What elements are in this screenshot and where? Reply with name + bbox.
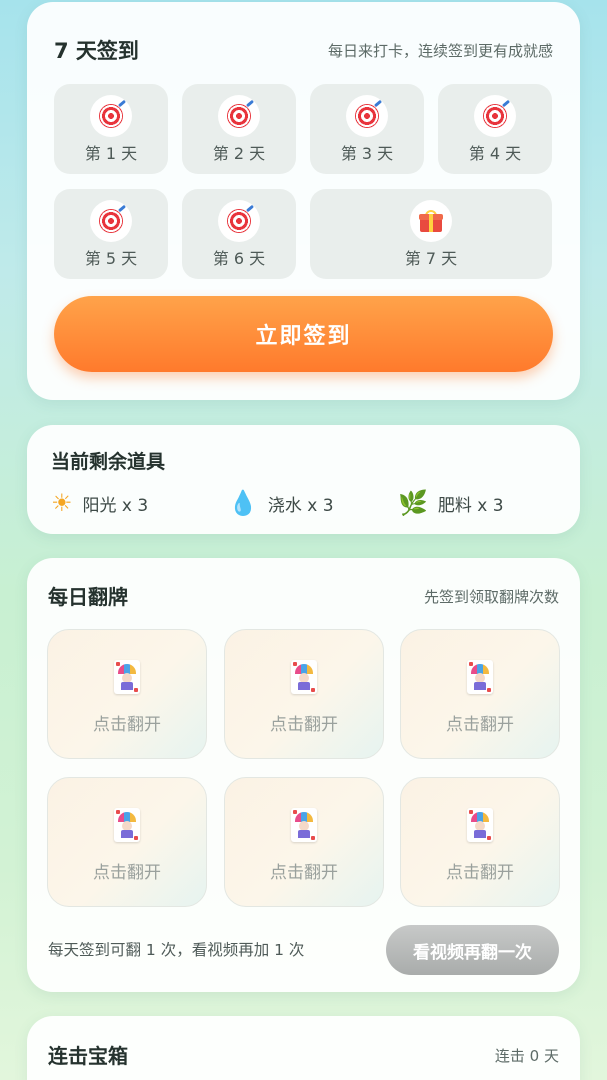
watch-video-flip-again-button[interactable]: 看视频再翻一次 <box>386 925 559 975</box>
combo-chest-card: 连击宝箱 连击 0 天 <box>27 1016 580 1080</box>
signin-subtitle: 每日来打卡，连续签到更有成就感 <box>327 42 553 60</box>
gift-icon <box>410 200 452 242</box>
chest-streak: 连击 0 天 <box>494 1047 559 1065</box>
signin-card: 7 天签到 每日来打卡，连续签到更有成就感 第 1 天 第 2 天 第 3 天 … <box>27 2 580 400</box>
target-icon <box>90 200 132 242</box>
joker-card-icon <box>114 660 140 694</box>
signin-title: 7 天签到 <box>54 39 139 63</box>
water-drop-icon: 💧 <box>228 489 258 517</box>
prop-label: 浇水 x 3 <box>267 495 334 516</box>
joker-card-icon <box>467 808 493 842</box>
flip-card-label: 点击翻开 <box>93 863 161 883</box>
day-label: 第 7 天 <box>404 249 458 268</box>
day-label: 第 3 天 <box>340 144 394 163</box>
flip-title: 每日翻牌 <box>48 585 128 609</box>
day-1-tile[interactable]: 第 1 天 <box>54 84 168 174</box>
joker-card-icon <box>467 660 493 694</box>
flip-card-1[interactable]: 点击翻开 <box>47 629 207 759</box>
flip-card-6[interactable]: 点击翻开 <box>400 777 560 907</box>
sun-icon: ☀ <box>51 489 73 517</box>
props-card: 当前剩余道具 ☀ 阳光 x 3 💧 浇水 x 3 🌿 肥料 x 3 <box>27 425 580 534</box>
target-icon <box>218 200 260 242</box>
prop-label: 肥料 x 3 <box>437 495 504 516</box>
chest-title: 连击宝箱 <box>48 1044 128 1068</box>
day-label: 第 1 天 <box>84 144 138 163</box>
props-title: 当前剩余道具 <box>51 451 166 473</box>
day-4-tile[interactable]: 第 4 天 <box>438 84 552 174</box>
prop-label: 阳光 x 3 <box>82 495 149 516</box>
day-label: 第 6 天 <box>212 249 266 268</box>
flip-subtitle: 先签到领取翻牌次数 <box>423 588 559 606</box>
signin-now-button[interactable]: 立即签到 <box>54 296 553 372</box>
flip-card-label: 点击翻开 <box>93 715 161 735</box>
day-5-tile[interactable]: 第 5 天 <box>54 189 168 279</box>
day-6-tile[interactable]: 第 6 天 <box>182 189 296 279</box>
prop-fertilizer: 🌿 肥料 x 3 <box>398 488 504 518</box>
joker-card-icon <box>291 660 317 694</box>
flip-card-4[interactable]: 点击翻开 <box>47 777 207 907</box>
day-7-tile[interactable]: 第 7 天 <box>310 189 552 279</box>
flip-hint-text: 每天签到可翻 1 次，看视频再加 1 次 <box>48 941 305 959</box>
flip-card-5[interactable]: 点击翻开 <box>224 777 384 907</box>
day-label: 第 2 天 <box>212 144 266 163</box>
joker-card-icon <box>114 808 140 842</box>
day-label: 第 4 天 <box>468 144 522 163</box>
flip-card-2[interactable]: 点击翻开 <box>224 629 384 759</box>
flip-card-label: 点击翻开 <box>446 715 514 735</box>
prop-water: 💧 浇水 x 3 <box>228 488 334 518</box>
prop-sunlight: ☀ 阳光 x 3 <box>51 488 148 518</box>
target-icon <box>90 95 132 137</box>
flip-card-section: 每日翻牌 先签到领取翻牌次数 点击翻开 点击翻开 点击翻开 点击翻开 点击翻开 … <box>27 558 580 992</box>
flip-card-3[interactable]: 点击翻开 <box>400 629 560 759</box>
leaf-icon: 🌿 <box>398 489 428 517</box>
day-3-tile[interactable]: 第 3 天 <box>310 84 424 174</box>
flip-card-label: 点击翻开 <box>270 863 338 883</box>
flip-card-label: 点击翻开 <box>270 715 338 735</box>
flip-card-label: 点击翻开 <box>446 863 514 883</box>
day-2-tile[interactable]: 第 2 天 <box>182 84 296 174</box>
joker-card-icon <box>291 808 317 842</box>
target-icon <box>474 95 516 137</box>
day-label: 第 5 天 <box>84 249 138 268</box>
target-icon <box>346 95 388 137</box>
target-icon <box>218 95 260 137</box>
